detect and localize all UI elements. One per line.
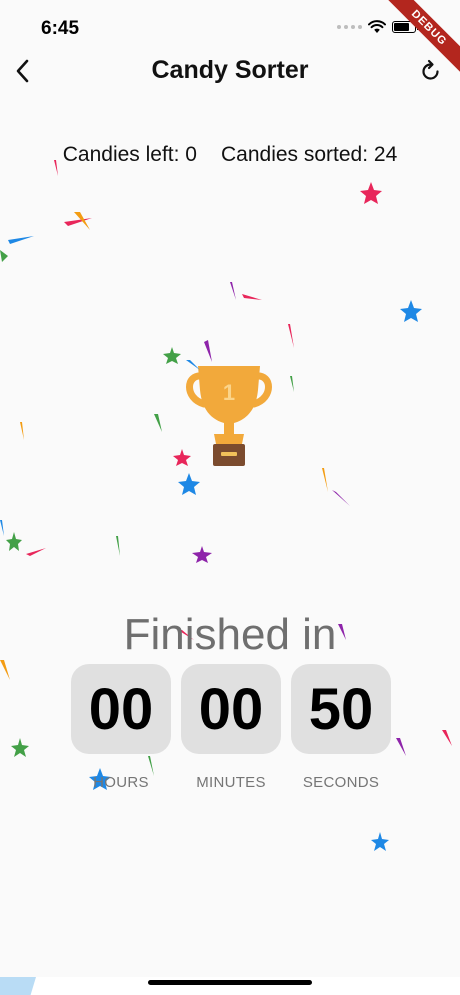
home-indicator[interactable] bbox=[148, 980, 312, 985]
status-time: 6:45 bbox=[41, 18, 80, 39]
countdown-timer: 00 HOURS 00 MINUTES 50 SECONDS bbox=[71, 664, 391, 791]
trophy-icon: 1 bbox=[186, 366, 272, 466]
candies-sorted-text: Candies sorted: 24 bbox=[220, 143, 398, 166]
timer-minutes: 00 MINUTES bbox=[181, 664, 281, 791]
timer-hours: 00 HOURS bbox=[71, 664, 171, 791]
candy-counters: Candies left: 0 Candies sorted: 24 bbox=[0, 143, 460, 167]
refresh-icon bbox=[422, 59, 439, 80]
bottom-tab-indicator bbox=[0, 977, 36, 995]
trophy-rank: 1 bbox=[223, 380, 235, 405]
seconds-value: 50 bbox=[291, 664, 391, 754]
confetti-star bbox=[11, 738, 29, 757]
confetti-star bbox=[400, 300, 422, 322]
app-screen: 6:45 DEBUG Candy Sorter Candies left: 0 … bbox=[0, 0, 460, 995]
signal-icon bbox=[337, 25, 362, 29]
status-icons bbox=[337, 20, 419, 34]
seconds-label: SECONDS bbox=[302, 774, 380, 791]
page-title: Candy Sorter bbox=[151, 56, 309, 84]
finished-title: Finished in bbox=[123, 610, 337, 659]
minutes-label: MINUTES bbox=[196, 774, 266, 791]
hours-value: 00 bbox=[71, 664, 171, 754]
minutes-value: 00 bbox=[181, 664, 281, 754]
confetti-star bbox=[6, 532, 22, 551]
confetti-star bbox=[371, 832, 389, 851]
confetti-star bbox=[178, 473, 200, 495]
wifi-icon bbox=[368, 20, 386, 33]
battery-icon bbox=[392, 21, 419, 33]
confetti-star bbox=[163, 347, 181, 364]
confetti-star bbox=[360, 182, 382, 204]
confetti-star bbox=[192, 546, 212, 563]
timer-seconds: 50 SECONDS bbox=[291, 664, 391, 791]
reset-button[interactable] bbox=[416, 56, 446, 86]
app-bar: Candy Sorter bbox=[0, 48, 460, 96]
candies-left-text: Candies left: 0 bbox=[62, 143, 197, 166]
hours-label: HOURS bbox=[93, 774, 149, 791]
